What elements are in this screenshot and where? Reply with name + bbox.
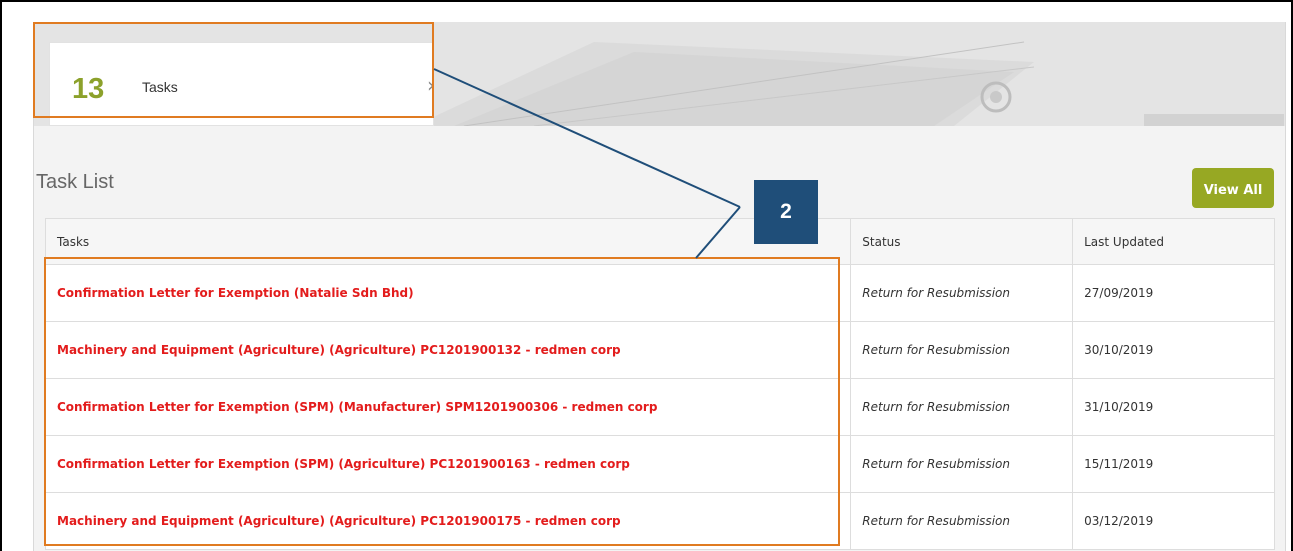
task-list-title: Task List	[36, 171, 114, 193]
column-header-status[interactable]: Status	[850, 218, 1074, 265]
task-last-updated: 03/12/2019	[1072, 492, 1275, 550]
task-status: Return for Resubmission	[850, 264, 1074, 322]
column-header-last-updated[interactable]: Last Updated	[1072, 218, 1275, 265]
view-all-button[interactable]: View All	[1192, 168, 1274, 208]
task-status: Return for Resubmission	[850, 321, 1074, 379]
task-last-updated: 27/09/2019	[1072, 264, 1275, 322]
task-status: Return for Resubmission	[850, 378, 1074, 436]
task-status: Return for Resubmission	[850, 492, 1074, 550]
highlight-box-tasks-card	[33, 22, 434, 118]
callout-number-badge: 2	[754, 180, 818, 244]
highlight-box-task-rows	[44, 257, 840, 546]
task-last-updated: 30/10/2019	[1072, 321, 1275, 379]
task-status: Return for Resubmission	[850, 435, 1074, 493]
task-last-updated: 31/10/2019	[1072, 378, 1275, 436]
task-last-updated: 15/11/2019	[1072, 435, 1275, 493]
